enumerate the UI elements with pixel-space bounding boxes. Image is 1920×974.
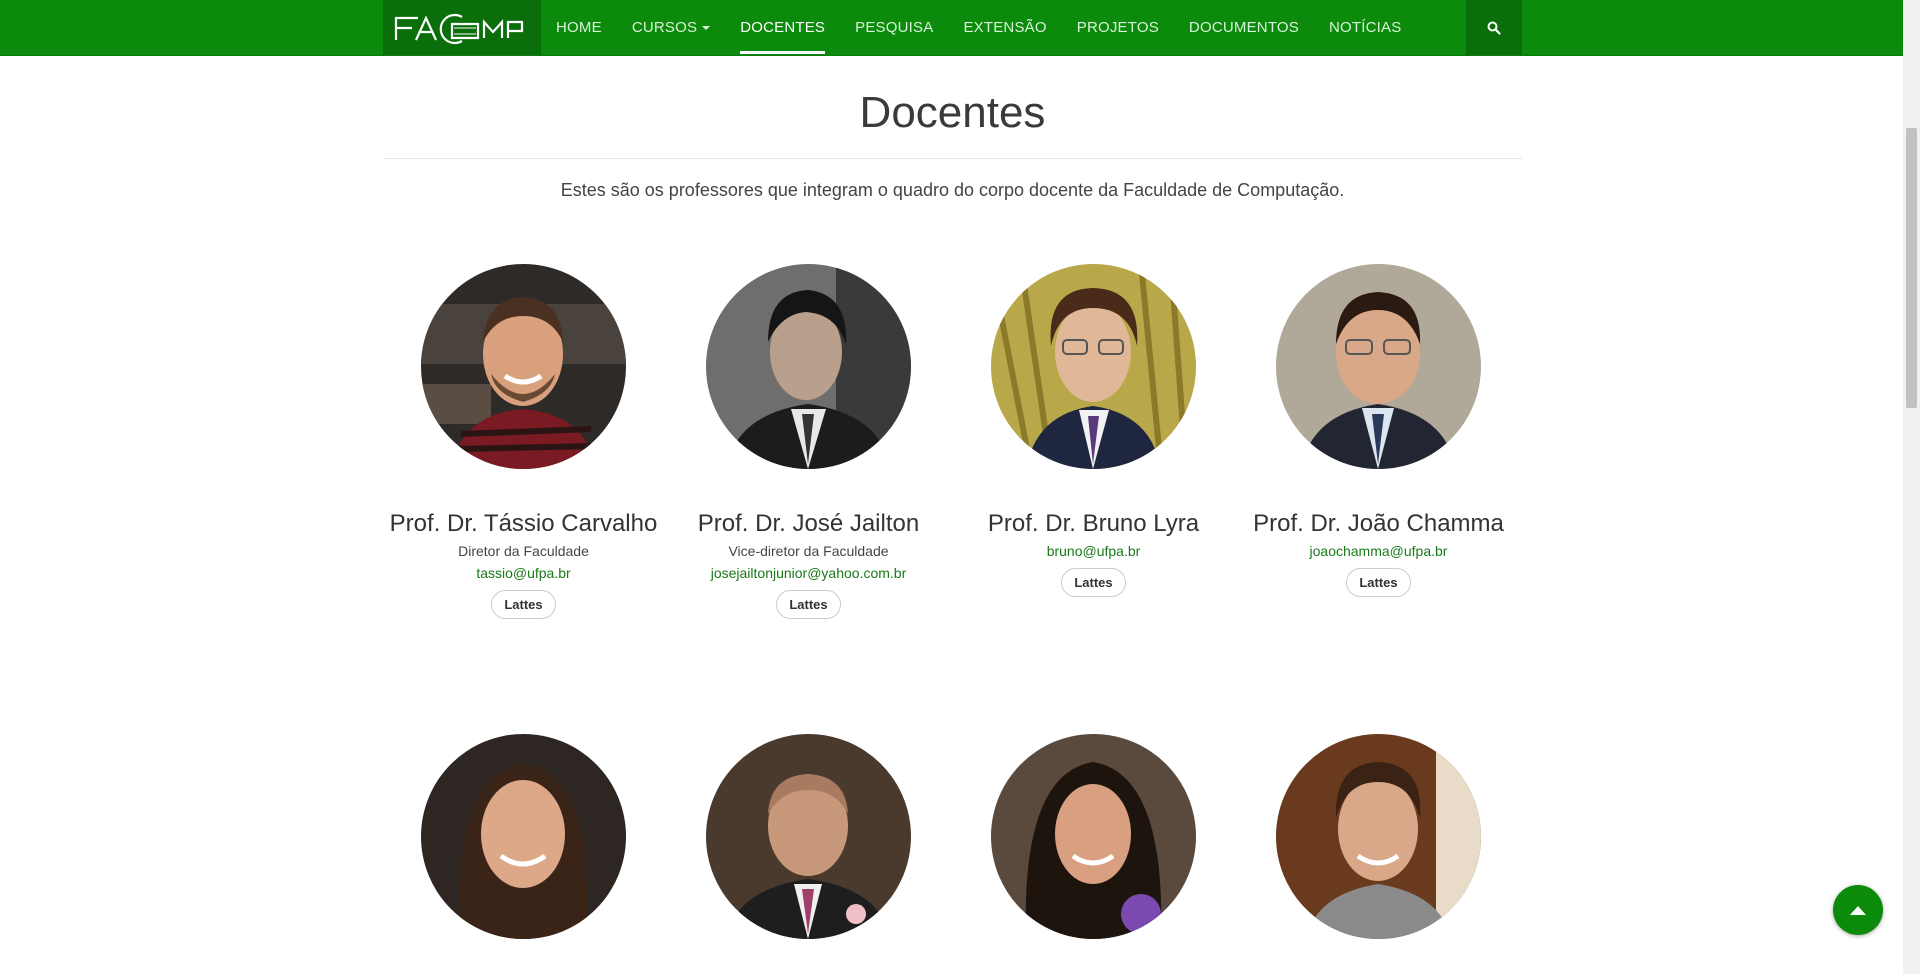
nav-projetos-label: PROJETOS <box>1076 19 1159 36</box>
professor-photo <box>706 734 911 939</box>
professor-name: Prof. Dr. João Chamma <box>1253 510 1504 537</box>
nav-cursos[interactable]: CURSOS <box>617 0 725 55</box>
professor-name: Prof. Dr. Bruno Lyra <box>987 510 1200 537</box>
back-to-top-button[interactable] <box>1833 885 1883 935</box>
lattes-button[interactable]: Lattes <box>491 590 556 619</box>
top-navbar: HOME CURSOS DOCENTES PESQUISA EXTENSÃO P… <box>0 0 1903 56</box>
nav-pesquisa-label: PESQUISA <box>855 19 934 36</box>
nav-noticias[interactable]: NOTÍCIAS <box>1314 0 1416 55</box>
scrollbar-thumb[interactable] <box>1906 128 1917 408</box>
lattes-button[interactable]: Lattes <box>776 590 841 619</box>
facomp-logo-icon <box>394 13 524 44</box>
professor-role: Diretor da Faculdade <box>458 543 589 559</box>
nav-noticias-label: NOTÍCIAS <box>1328 19 1402 36</box>
professor-photo <box>1276 734 1481 939</box>
professor-photo <box>991 264 1196 469</box>
main-menu: HOME CURSOS DOCENTES PESQUISA EXTENSÃO P… <box>541 0 1416 55</box>
professor-card: Prof. Dr. Tássio Carvalho Diretor da Fac… <box>381 264 666 619</box>
professor-card: Prof. Dr. José Jailton Vice-diretor da F… <box>666 264 951 619</box>
nav-home[interactable]: HOME <box>541 0 617 55</box>
professor-card <box>666 734 951 939</box>
nav-documentos[interactable]: DOCUMENTOS <box>1174 0 1314 55</box>
nav-projetos[interactable]: PROJETOS <box>1062 0 1174 55</box>
nav-docentes-label: DOCENTES <box>740 19 826 36</box>
search-icon <box>1487 21 1501 35</box>
professor-photo <box>1276 264 1481 469</box>
professor-card <box>381 734 666 939</box>
nav-cursos-label: CURSOS <box>631 19 698 36</box>
nav-documentos-label: DOCUMENTOS <box>1188 19 1299 36</box>
caret-down-icon <box>702 25 711 30</box>
professor-photo <box>421 264 626 469</box>
professor-name: Prof. Dr. Tássio Carvalho <box>389 510 658 537</box>
professor-photo <box>706 264 911 469</box>
lattes-button[interactable]: Lattes <box>1061 568 1126 597</box>
nav-docentes[interactable]: DOCENTES <box>725 0 840 55</box>
professor-email-link[interactable]: bruno@ufpa.br <box>1047 543 1141 559</box>
professor-photo <box>991 734 1196 939</box>
title-divider <box>383 158 1522 159</box>
professor-card: Prof. Dr. Bruno Lyra bruno@ufpa.br Latte… <box>951 264 1236 597</box>
nav-pesquisa[interactable]: PESQUISA <box>840 0 948 55</box>
professor-role: Vice-diretor da Faculdade <box>728 543 889 559</box>
nav-extensao-label: EXTENSÃO <box>963 19 1047 36</box>
search-button[interactable] <box>1466 0 1522 55</box>
professor-email-link[interactable]: tassio@ufpa.br <box>476 565 570 581</box>
page-title: Docentes <box>859 88 1046 137</box>
professor-email-link[interactable]: josejailtonjunior@yahoo.com.br <box>711 565 907 581</box>
nav-extensao[interactable]: EXTENSÃO <box>948 0 1061 55</box>
lattes-button[interactable]: Lattes <box>1346 568 1411 597</box>
navbar-container: HOME CURSOS DOCENTES PESQUISA EXTENSÃO P… <box>383 0 1522 55</box>
professor-card <box>951 734 1236 939</box>
professor-photo <box>421 734 626 939</box>
facomp-logo[interactable] <box>383 0 541 55</box>
nav-home-label: HOME <box>556 19 602 36</box>
page-intro: Estes são os professores que integram o … <box>560 180 1345 200</box>
professor-name: Prof. Dr. José Jailton <box>697 510 920 537</box>
professor-email-link[interactable]: joaochamma@ufpa.br <box>1310 543 1448 559</box>
professor-card: Prof. Dr. João Chamma joaochamma@ufpa.br… <box>1236 264 1521 597</box>
arrow-up-icon <box>1850 906 1866 915</box>
professor-card <box>1236 734 1521 939</box>
